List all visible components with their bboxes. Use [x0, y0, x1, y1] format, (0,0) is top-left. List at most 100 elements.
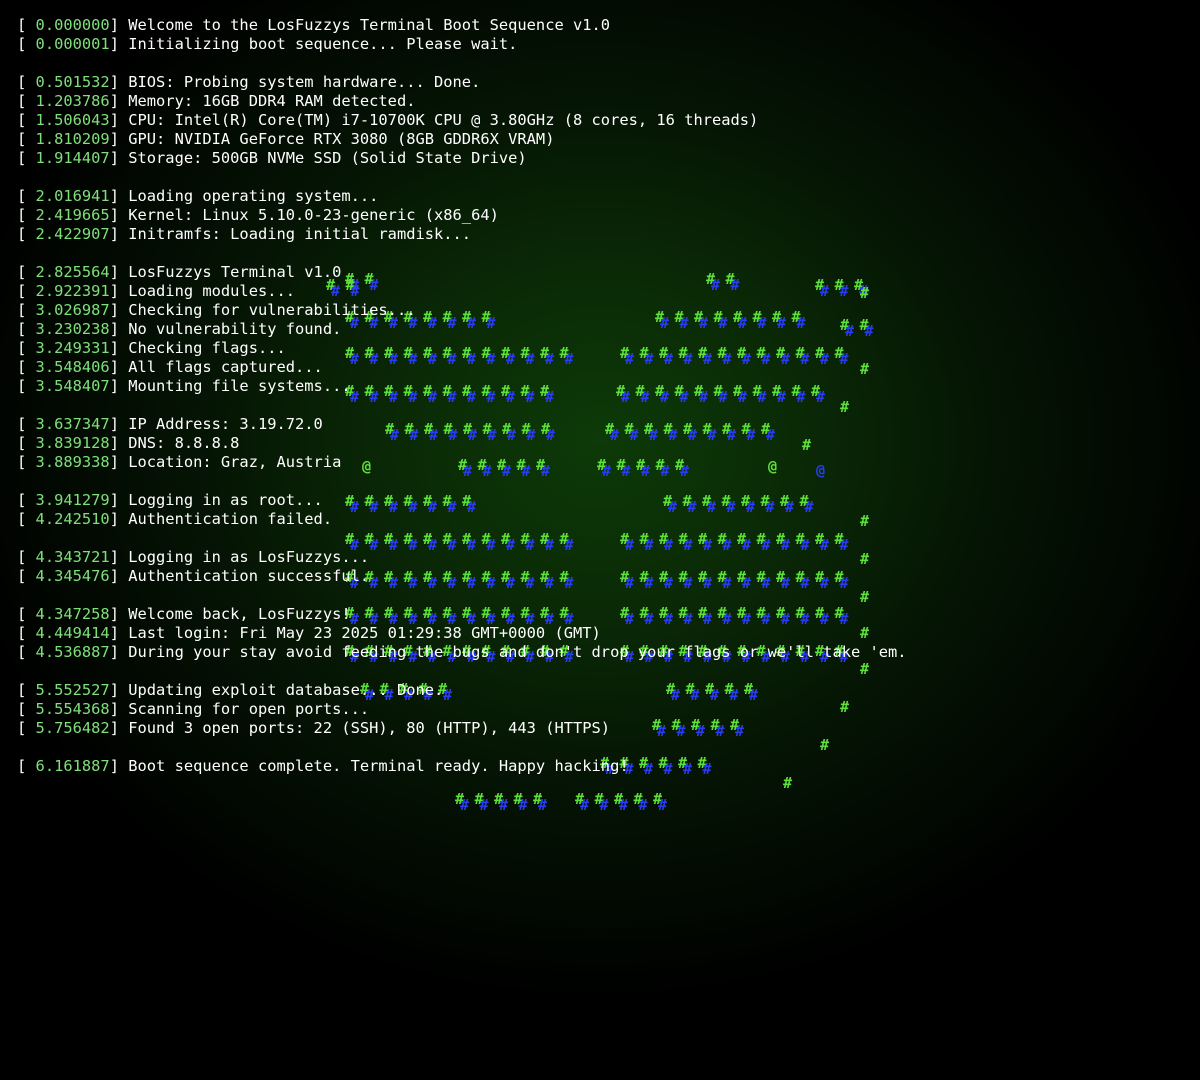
- ascii-glyph: #: [518, 796, 528, 814]
- ascii-glyph: #: [513, 790, 523, 808]
- log-bracket-open: [: [17, 700, 36, 718]
- log-timestamp: 0.000000: [35, 16, 110, 34]
- log-line: [ 3.889338] Location: Graz, Austria: [17, 453, 907, 472]
- log-bracket-close: ]: [109, 605, 129, 623]
- log-message: Loading modules...: [128, 282, 296, 300]
- log-bracket-open: [: [17, 491, 36, 509]
- log-bracket-open: [: [17, 377, 36, 395]
- ascii-glyph: #: [633, 790, 643, 808]
- log-line: [ 4.536887] During your stay avoid feedi…: [17, 643, 907, 662]
- log-timestamp: 4.536887: [35, 643, 110, 661]
- log-bracket-close: ]: [109, 130, 129, 148]
- log-blank-line: [17, 529, 907, 548]
- log-timestamp: 3.839128: [35, 434, 110, 452]
- log-timestamp: 0.501532: [35, 73, 110, 91]
- log-message: Logging in as LosFuzzys...: [128, 548, 370, 566]
- log-timestamp: 1.506043: [35, 111, 110, 129]
- log-message: Checking flags...: [128, 339, 286, 357]
- log-timestamp: 4.345476: [35, 567, 110, 585]
- ascii-glyph: #: [575, 790, 585, 808]
- log-line: [ 1.810209] GPU: NVIDIA GeForce RTX 3080…: [17, 130, 907, 149]
- log-bracket-open: [: [17, 149, 36, 167]
- ascii-glyph: #: [499, 796, 509, 814]
- log-timestamp: 1.810209: [35, 130, 110, 148]
- log-message: All flags captured...: [128, 358, 323, 376]
- log-blank-line: [17, 662, 907, 681]
- ascii-glyph: #: [783, 774, 793, 792]
- log-line: [ 4.343721] Logging in as LosFuzzys...: [17, 548, 907, 567]
- log-bracket-close: ]: [109, 719, 129, 737]
- log-message: DNS: 8.8.8.8: [128, 434, 240, 452]
- log-blank-line: [17, 54, 907, 73]
- log-line: [ 0.000001] Initializing boot sequence..…: [17, 35, 907, 54]
- log-message: Welcome back, LosFuzzys!: [128, 605, 351, 623]
- log-bracket-open: [: [17, 358, 36, 376]
- log-bracket-close: ]: [109, 16, 129, 34]
- log-line: [ 1.203786] Memory: 16GB DDR4 RAM detect…: [17, 92, 907, 111]
- log-line: [ 4.345476] Authentication successful.: [17, 567, 907, 586]
- log-line: [ 4.242510] Authentication failed.: [17, 510, 907, 529]
- ascii-glyph: #: [533, 790, 543, 808]
- ascii-glyph: #: [538, 796, 548, 814]
- log-blank-line: [17, 244, 907, 263]
- ascii-glyph: #: [455, 790, 465, 808]
- log-bracket-close: ]: [109, 510, 129, 528]
- log-timestamp: 2.419665: [35, 206, 110, 224]
- log-bracket-open: [: [17, 301, 36, 319]
- log-bracket-open: [: [17, 111, 36, 129]
- log-bracket-close: ]: [109, 35, 129, 53]
- log-line: [ 2.825564] LosFuzzys Terminal v1.0: [17, 263, 907, 282]
- ascii-glyph: #: [638, 796, 648, 814]
- terminal-window[interactable]: # # # # # # # # # # # # # # # # # # # # # # # # # # # # # # # # # # # # # # # #…: [0, 0, 1200, 1080]
- log-line: [ 3.548407] Mounting file systems...: [17, 377, 907, 396]
- log-bracket-open: [: [17, 510, 36, 528]
- log-bracket-close: ]: [109, 358, 129, 376]
- log-message: Boot sequence complete. Terminal ready. …: [128, 757, 629, 775]
- log-line: [ 0.000000] Welcome to the LosFuzzys Ter…: [17, 16, 907, 35]
- log-timestamp: 3.230238: [35, 320, 110, 338]
- log-bracket-close: ]: [109, 377, 129, 395]
- log-message: LosFuzzys Terminal v1.0: [128, 263, 342, 281]
- log-message: Kernel: Linux 5.10.0-23-generic (x86_64): [128, 206, 499, 224]
- log-blank-line: [17, 738, 907, 757]
- log-bracket-close: ]: [109, 567, 129, 585]
- log-message: Initramfs: Loading initial ramdisk...: [128, 225, 472, 243]
- log-line: [ 3.026987] Checking for vulnerabilities…: [17, 301, 907, 320]
- log-line: [ 3.839128] DNS: 8.8.8.8: [17, 434, 907, 453]
- log-message: Location: Graz, Austria: [128, 453, 342, 471]
- ascii-glyph: #: [479, 796, 489, 814]
- log-message: Mounting file systems...: [128, 377, 351, 395]
- log-bracket-close: ]: [109, 149, 129, 167]
- ascii-glyph: #: [653, 790, 663, 808]
- log-line: [ 1.506043] CPU: Intel(R) Core(TM) i7-10…: [17, 111, 907, 130]
- log-message: IP Address: 3.19.72.0: [128, 415, 323, 433]
- log-timestamp: 2.825564: [35, 263, 110, 281]
- log-bracket-close: ]: [109, 263, 129, 281]
- ascii-glyph: #: [614, 790, 624, 808]
- log-bracket-close: ]: [109, 339, 129, 357]
- log-line: [ 2.422907] Initramfs: Loading initial r…: [17, 225, 907, 244]
- ascii-glyph: #: [460, 796, 470, 814]
- log-bracket-open: [: [17, 643, 36, 661]
- log-line: [ 4.347258] Welcome back, LosFuzzys!: [17, 605, 907, 624]
- log-bracket-close: ]: [109, 700, 129, 718]
- log-blank-line: [17, 586, 907, 605]
- log-bracket-close: ]: [109, 548, 129, 566]
- log-bracket-open: [: [17, 73, 36, 91]
- log-message: Updating exploit database... Done.: [128, 681, 444, 699]
- log-timestamp: 2.922391: [35, 282, 110, 300]
- boot-log: [ 0.000000] Welcome to the LosFuzzys Ter…: [17, 16, 907, 776]
- log-bracket-close: ]: [109, 111, 129, 129]
- log-bracket-open: [: [17, 624, 36, 642]
- log-line: [ 6.161887] Boot sequence complete. Term…: [17, 757, 907, 776]
- log-bracket-open: [: [17, 719, 36, 737]
- log-message: Checking for vulnerabilities...: [128, 301, 416, 319]
- log-message: GPU: NVIDIA GeForce RTX 3080 (8GB GDDR6X…: [128, 130, 555, 148]
- log-timestamp: 5.552527: [35, 681, 110, 699]
- log-timestamp: 4.242510: [35, 510, 110, 528]
- log-blank-line: [17, 472, 907, 491]
- ascii-glyph: #: [658, 796, 668, 814]
- log-message: Authentication successful.: [128, 567, 370, 585]
- log-line: [ 3.941279] Logging in as root...: [17, 491, 907, 510]
- log-timestamp: 3.548406: [35, 358, 110, 376]
